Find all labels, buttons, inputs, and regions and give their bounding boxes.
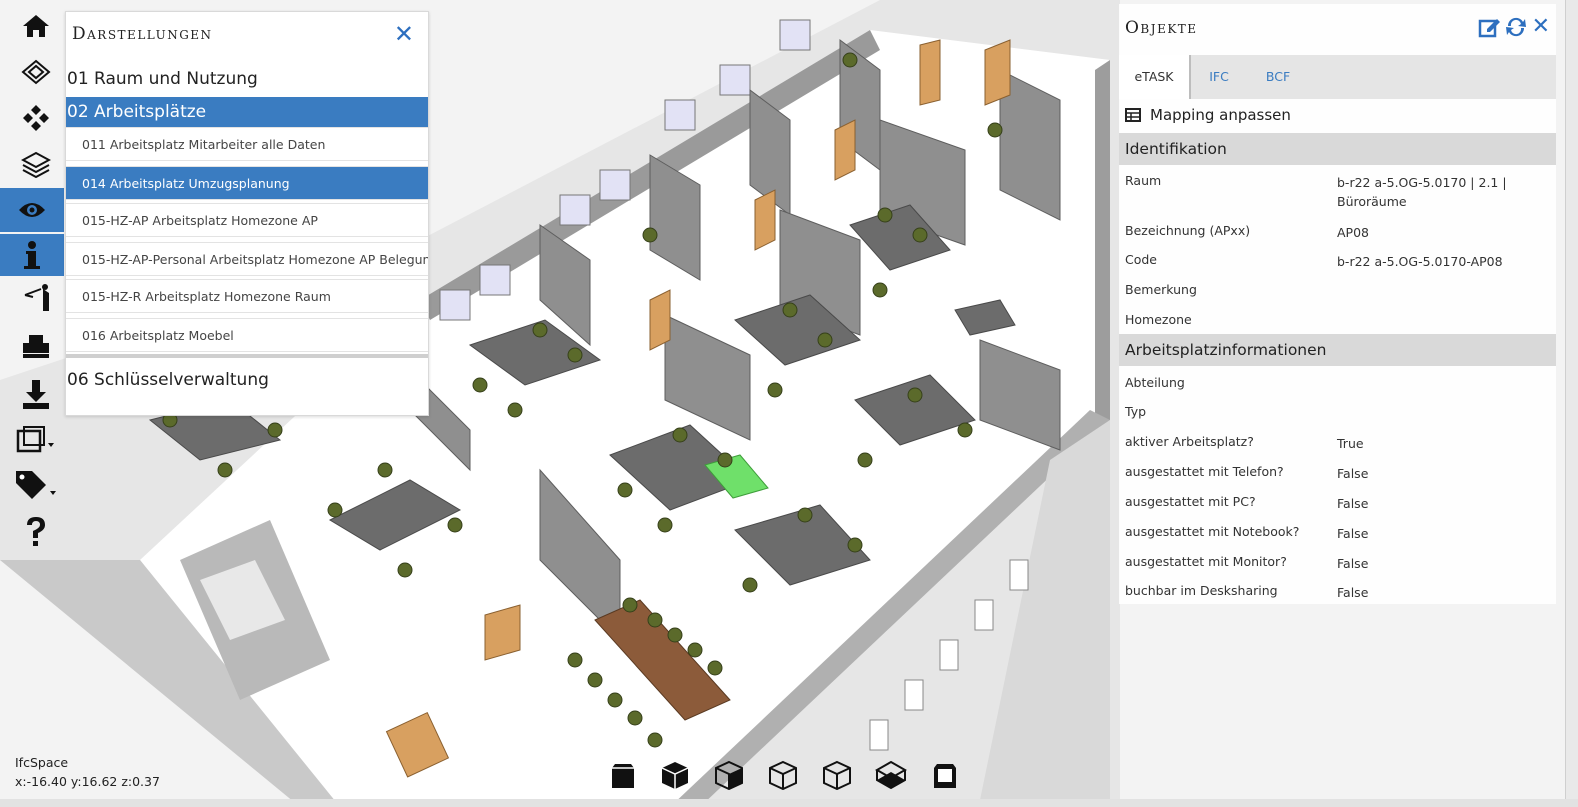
property-value: b-r22 a-5.OG-5.0170 | 2.1 | Büroräume — [1337, 175, 1507, 209]
walk-button[interactable] — [8, 278, 64, 318]
property-key: Code — [1125, 252, 1158, 267]
entity-type: IfcSpace — [15, 755, 69, 770]
close-icon[interactable]: ✕ — [394, 22, 414, 46]
view-top-icon — [769, 760, 797, 790]
view-back-icon — [934, 764, 956, 788]
home-icon — [23, 15, 49, 37]
panel-title: Darstellungen — [72, 24, 213, 44]
property-key: aktiver Arbeitsplatz? — [1125, 434, 1254, 449]
property-value: True — [1337, 436, 1364, 451]
left-toolbar — [0, 0, 70, 570]
help-icon — [27, 517, 45, 546]
property-key: Abteilung — [1125, 375, 1185, 390]
view-back-button[interactable] — [927, 757, 963, 793]
view-top-button[interactable] — [765, 757, 801, 793]
download-button[interactable] — [8, 374, 64, 414]
property-key: Bezeichnung (APxx) — [1125, 223, 1251, 238]
info-button[interactable] — [0, 234, 64, 276]
property-value: False — [1337, 556, 1369, 571]
section-identifikation: Identifikation — [1119, 133, 1556, 165]
tab-ifc[interactable]: IFC — [1199, 55, 1239, 99]
view-bottom-icon — [875, 760, 907, 790]
window-scrollbar[interactable] — [1565, 0, 1578, 807]
eye-icon — [19, 203, 45, 217]
property-key: Typ — [1125, 404, 1147, 419]
view-bottom-button[interactable] — [873, 757, 909, 793]
section-box-icon — [16, 426, 54, 453]
table-icon — [1125, 108, 1141, 122]
property-value: False — [1337, 585, 1369, 600]
mapping-label: Mapping anpassen — [1150, 106, 1291, 124]
refresh-icon[interactable] — [1504, 16, 1528, 42]
section-box-button[interactable] — [8, 420, 64, 460]
list-divider — [66, 354, 428, 358]
layers-button[interactable] — [8, 144, 64, 184]
group-arbeitsplaetze[interactable]: 02 Arbeitsplätze — [66, 97, 428, 127]
property-key: Bemerkung — [1125, 282, 1197, 297]
info-icon — [24, 241, 40, 269]
view-item-015-hz-r[interactable]: 015-HZ-R Arbeitsplatz Homezone Raum — [66, 279, 428, 313]
objekte-panel: Objekte ✕ eTASK IFC BCF Mapping anpassen… — [1119, 4, 1556, 604]
view-item-011[interactable]: 011 Arbeitsplatz Mitarbeiter alle Daten — [66, 127, 428, 161]
view-item-016[interactable]: 016 Arbeitsplatz Moebel — [66, 318, 428, 352]
tags-button[interactable] — [8, 466, 64, 506]
panel-title: Objekte — [1125, 18, 1198, 38]
edit-icon[interactable] — [1478, 16, 1500, 42]
view-item-015-hz-ap-personal[interactable]: 015-HZ-AP-Personal Arbeitsplatz Homezone… — [66, 242, 428, 276]
property-key: ausgestattet mit Telefon? — [1125, 464, 1284, 479]
tab-etask[interactable]: eTASK — [1119, 55, 1191, 99]
view-cube-button[interactable] — [657, 757, 693, 793]
status-readout: IfcSpace x:-16.40 y:16.62 z:0.37 — [15, 753, 160, 791]
view-front-icon — [612, 764, 634, 788]
property-value: False — [1337, 496, 1369, 511]
darstellungen-panel: Darstellungen ✕ 01 Raum und Nutzung 02 A… — [65, 11, 429, 416]
property-key: ausgestattet mit Monitor? — [1125, 554, 1287, 569]
view-iso-button[interactable] — [819, 757, 855, 793]
floorplan-button[interactable] — [8, 52, 64, 92]
components-button[interactable] — [8, 98, 64, 138]
mapping-anpassen-button[interactable]: Mapping anpassen — [1125, 106, 1291, 124]
view-right-button[interactable] — [711, 757, 747, 793]
property-key: buchbar im Desksharing — [1125, 583, 1278, 598]
view-item-015-hz-ap[interactable]: 015-HZ-AP Arbeitsplatz Homezone AP — [66, 203, 428, 237]
floorplan-icon — [21, 59, 51, 85]
view-right-icon — [715, 760, 743, 790]
tags-icon — [16, 471, 56, 499]
property-value: False — [1337, 526, 1369, 541]
view-item-014[interactable]: 014 Arbeitsplatz Umzugsplanung — [66, 166, 428, 200]
property-key: Raum — [1125, 173, 1162, 188]
group-raum-und-nutzung[interactable]: 01 Raum und Nutzung — [66, 64, 428, 94]
view-cube-solid-icon — [661, 762, 689, 789]
property-value: b-r22 a-5.OG-5.0170-AP08 — [1337, 254, 1503, 269]
property-key: ausgestattet mit PC? — [1125, 494, 1256, 509]
home-button[interactable] — [8, 6, 64, 46]
property-value: False — [1337, 466, 1369, 481]
group-schluesselverwaltung[interactable]: 06 Schlüsselverwaltung — [66, 365, 428, 395]
print-button[interactable] — [8, 326, 64, 366]
close-icon[interactable]: ✕ — [1532, 16, 1550, 42]
help-button[interactable] — [8, 512, 64, 552]
tab-bcf[interactable]: BCF — [1257, 55, 1299, 99]
download-icon — [23, 380, 49, 409]
section-arbeitsplatzinformationen: Arbeitsplatzinformationen — [1119, 334, 1556, 366]
view-front-button[interactable] — [605, 757, 641, 793]
visibility-button[interactable] — [0, 188, 64, 232]
property-key: Homezone — [1125, 312, 1192, 327]
property-value: AP08 — [1337, 225, 1369, 240]
property-key: ausgestattet mit Notebook? — [1125, 524, 1300, 539]
printer-icon — [23, 335, 49, 358]
components-icon — [23, 105, 49, 131]
view-iso-icon — [823, 760, 851, 790]
tab-bar: eTASK IFC BCF — [1119, 55, 1556, 99]
coordinate-readout: x:-16.40 y:16.62 z:0.37 — [15, 774, 160, 789]
walk-icon — [24, 284, 49, 311]
layers-icon — [21, 151, 51, 178]
window-bottom-border — [0, 799, 1578, 807]
